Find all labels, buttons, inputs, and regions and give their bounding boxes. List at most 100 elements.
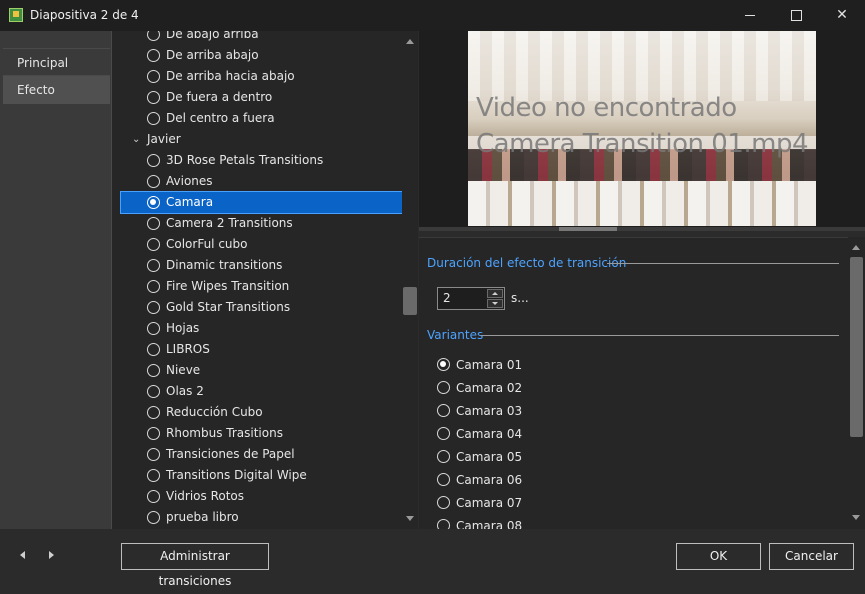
scroll-down-icon[interactable] — [852, 515, 860, 520]
slide-app-icon — [9, 8, 23, 22]
scrollbar-thumb[interactable] — [403, 287, 417, 315]
transition-item[interactable]: Nieve — [112, 360, 402, 381]
scroll-up-icon[interactable] — [852, 245, 860, 250]
transition-item[interactable]: Del centro a fuera — [112, 108, 402, 129]
radio-button[interactable] — [147, 511, 160, 524]
radio-button[interactable] — [437, 473, 450, 486]
radio-button[interactable] — [147, 427, 160, 440]
transition-item[interactable]: Transitions Digital Wipe — [112, 465, 402, 486]
next-slide-icon[interactable] — [49, 551, 54, 559]
transition-item[interactable]: Dinamic transitions — [112, 255, 402, 276]
radio-button[interactable] — [147, 31, 160, 41]
radio-button[interactable] — [147, 385, 160, 398]
variant-option[interactable]: Camara 03 — [437, 401, 637, 421]
radio-button[interactable] — [147, 91, 160, 104]
radio-button[interactable] — [147, 322, 160, 335]
transition-item[interactable]: Rhombus Trasitions — [112, 423, 402, 444]
radio-button[interactable] — [147, 49, 160, 62]
transition-label: De arriba abajo — [166, 48, 259, 62]
chevron-down-icon[interactable]: ⌄ — [132, 129, 140, 150]
duration-section-title: Duración del efecto de transición — [427, 256, 627, 270]
transition-label: Vidrios Rotos — [166, 489, 245, 503]
variants-section-title: Variantes — [427, 328, 484, 342]
radio-button[interactable] — [147, 196, 160, 209]
radio-button[interactable] — [147, 259, 160, 272]
transition-item[interactable]: Fire Wipes Transition — [112, 276, 402, 297]
transition-item[interactable]: Olas 2 — [112, 381, 402, 402]
radio-button[interactable] — [147, 175, 160, 188]
variant-option[interactable]: Camara 07 — [437, 493, 637, 513]
radio-button[interactable] — [437, 427, 450, 440]
variant-option[interactable]: Camara 06 — [437, 470, 637, 490]
radio-button[interactable] — [147, 154, 160, 167]
radio-button[interactable] — [147, 469, 160, 482]
variant-option[interactable]: Camara 02 — [437, 378, 637, 398]
radio-button[interactable] — [437, 450, 450, 463]
minimize-icon[interactable] — [727, 0, 773, 31]
radio-button[interactable] — [147, 238, 160, 251]
transition-item[interactable]: 3D Rose Petals Transitions — [112, 150, 402, 171]
transition-item[interactable]: Camera 2 Transitions — [112, 213, 402, 234]
radio-button[interactable] — [147, 448, 160, 461]
previous-slide-icon[interactable] — [20, 551, 25, 559]
scrollbar-thumb[interactable] — [850, 257, 863, 437]
transition-item[interactable]: De arriba hacia abajo — [112, 66, 402, 87]
variant-option[interactable]: Camara 05 — [437, 447, 637, 467]
maximize-icon[interactable] — [773, 0, 819, 31]
variant-option[interactable]: Camara 08 — [437, 516, 637, 530]
transition-item[interactable]: De fuera a dentro — [112, 87, 402, 108]
transition-item[interactable]: Aviones — [112, 171, 402, 192]
transition-item[interactable]: Camara — [120, 191, 403, 214]
radio-button[interactable] — [147, 343, 160, 356]
radio-button[interactable] — [147, 301, 160, 314]
radio-button[interactable] — [147, 490, 160, 503]
transition-label: Olas 2 — [166, 384, 204, 398]
transition-group[interactable]: ⌄ Javier — [112, 129, 402, 150]
variant-label: Camara 07 — [456, 496, 523, 510]
duration-stepper[interactable]: 2 — [437, 287, 505, 310]
preview-progress-handle[interactable] — [559, 227, 617, 231]
transition-label: Nieve — [166, 363, 201, 377]
radio-button[interactable] — [147, 112, 160, 125]
radio-button[interactable] — [147, 70, 160, 83]
duration-value[interactable]: 2 — [443, 291, 451, 305]
scroll-up-icon[interactable] — [406, 39, 414, 44]
transition-item[interactable]: Gold Star Transitions — [112, 297, 402, 318]
settings-scrollbar[interactable] — [848, 237, 865, 529]
transition-item[interactable]: Vidrios Rotos — [112, 486, 402, 507]
transition-label: 3D Rose Petals Transitions — [166, 153, 324, 167]
transition-label: Hojas — [166, 321, 200, 335]
radio-button[interactable] — [437, 358, 450, 371]
stepper-down-icon[interactable] — [487, 299, 503, 308]
variant-option[interactable]: Camara 01 — [437, 355, 637, 375]
ok-button[interactable]: OK — [676, 543, 761, 570]
close-icon[interactable]: ✕ — [819, 0, 865, 31]
manage-transitions-button[interactable]: Administrar transiciones — [121, 543, 269, 588]
transition-item[interactable]: ColorFul cubo — [112, 234, 402, 255]
scroll-down-icon[interactable] — [406, 516, 414, 521]
radio-button[interactable] — [437, 381, 450, 394]
transition-label: prueba libro — [166, 510, 239, 524]
transition-item[interactable]: Reducción Cubo — [112, 402, 402, 423]
transition-item[interactable]: Transiciones de Papel — [112, 444, 402, 465]
stepper-up-icon[interactable] — [487, 289, 503, 298]
nav-item-principal[interactable]: Principal — [3, 48, 110, 76]
cancel-button[interactable]: Cancelar — [769, 543, 854, 570]
transition-item[interactable]: LIBROS — [112, 339, 402, 360]
variant-option[interactable]: Camara 04 — [437, 424, 637, 444]
variant-label: Camara 04 — [456, 427, 523, 441]
radio-button[interactable] — [147, 364, 160, 377]
preview-progress-bar[interactable] — [419, 227, 865, 231]
radio-button[interactable] — [147, 217, 160, 230]
radio-button[interactable] — [437, 404, 450, 417]
transition-list-scrollbar[interactable] — [402, 31, 418, 529]
transition-label: Fire Wipes Transition — [166, 279, 290, 293]
transition-item[interactable]: Hojas — [112, 318, 402, 339]
radio-button[interactable] — [437, 496, 450, 509]
radio-button[interactable] — [147, 280, 160, 293]
transition-item[interactable]: prueba libro — [112, 507, 402, 528]
transition-item[interactable]: De abajo arriba — [112, 31, 402, 45]
transition-item[interactable]: De arriba abajo — [112, 45, 402, 66]
nav-item-efecto[interactable]: Efecto — [3, 76, 110, 104]
radio-button[interactable] — [147, 406, 160, 419]
